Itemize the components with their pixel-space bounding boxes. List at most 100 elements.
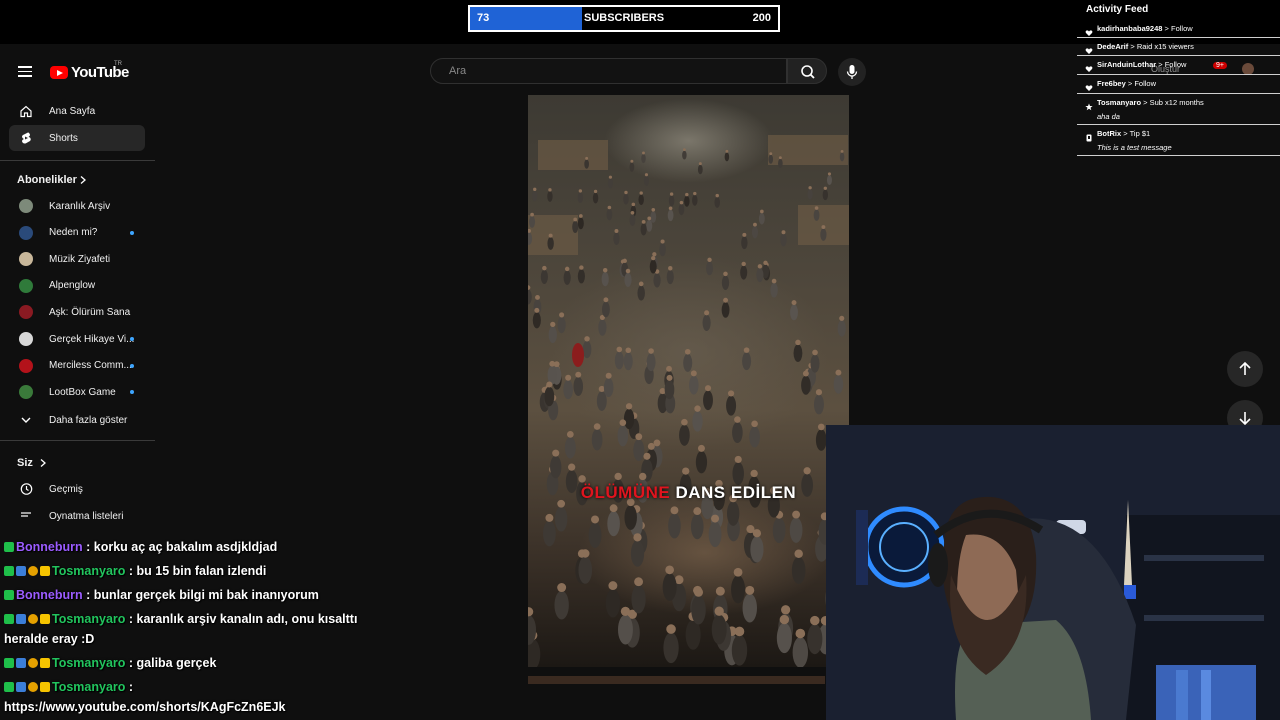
subscription-item[interactable]: Alpenglow — [9, 274, 145, 298]
orange-badge-icon — [28, 658, 38, 668]
next-short-preview[interactable] — [528, 676, 825, 684]
chat-username: Tosmanyaro — [52, 564, 126, 578]
crowd-scene-image — [528, 135, 849, 667]
subscriptions-title: Abonelikler — [17, 174, 77, 186]
search-input[interactable]: Ara — [430, 58, 787, 84]
shorts-video-player[interactable]: ÖLÜMÜNE DANS EDİLEN — [528, 95, 849, 667]
chat-message: Tosmanyaro : karanlık arşiv kanalın adı,… — [4, 612, 357, 626]
activity-feed-action: > Follow — [1158, 60, 1187, 69]
activity-feed-event: Tosmanyaro > Sub x12 months aha da — [1077, 94, 1280, 125]
subscription-label: Merciless Comm... — [49, 360, 132, 372]
green-badge-icon — [4, 658, 14, 668]
orange-badge-icon — [28, 566, 38, 576]
activity-feed-user: BotRix — [1097, 129, 1122, 138]
webcam-image — [826, 425, 1280, 720]
subscription-item[interactable]: Neden mi? — [9, 221, 145, 245]
chat-text: : karanlık arşiv kanalın adı, onu kısalt… — [125, 612, 358, 626]
activity-feed: Activity Feed kadirhanbaba9248 > Follow D… — [1077, 0, 1280, 158]
voice-search-button[interactable] — [838, 58, 866, 86]
subscription-label: Müzik Ziyafeti — [49, 253, 111, 265]
new-content-dot — [130, 230, 134, 235]
home-icon — [20, 105, 32, 118]
activity-feed-event-text: kadirhanbaba9248 > Follow — [1097, 24, 1193, 33]
green-badge-icon — [4, 566, 14, 576]
microphone-icon — [846, 65, 858, 79]
sidebar-item-history[interactable]: Geçmiş — [9, 476, 145, 502]
activity-feed-user: Tosmanyaro — [1097, 98, 1142, 107]
channel-avatar — [19, 385, 33, 400]
sidebar-item-label: Geçmiş — [49, 483, 83, 495]
subscription-label: Gerçek Hikaye Vi... — [49, 333, 135, 345]
chat-text: : bu 15 bin falan izlendi — [125, 564, 267, 578]
chat-username: Tosmanyaro — [52, 680, 126, 694]
chevron-right-icon — [40, 459, 46, 467]
channel-avatar — [19, 332, 33, 346]
blue-badge-icon — [16, 682, 26, 692]
activity-feed-event-text: Fre6bey > Follow — [1097, 79, 1156, 88]
activity-feed-action: > Follow — [1127, 79, 1157, 88]
blue-badge-icon — [16, 614, 26, 624]
green-badge-icon — [4, 682, 14, 692]
sidebar-divider — [0, 160, 155, 161]
heart-icon — [1085, 79, 1093, 91]
chat-message-continuation: https://www.youtube.com/shorts/KAgFcZn6E… — [4, 700, 286, 714]
chevron-down-icon — [21, 417, 31, 423]
hamburger-menu-icon[interactable] — [18, 66, 32, 77]
green-badge-icon — [4, 542, 14, 552]
activity-feed-user: kadirhanbaba9248 — [1097, 24, 1163, 33]
activity-feed-message: aha da — [1097, 112, 1120, 121]
subscription-item[interactable]: Müzik Ziyafeti — [9, 247, 145, 271]
subscription-item[interactable]: Karanlık Arşiv — [9, 194, 145, 218]
subscription-item[interactable]: Aşk: Ölürüm Sana — [9, 300, 145, 324]
sidebar-item-label: Shorts — [49, 132, 78, 144]
activity-feed-user: Fre6bey — [1097, 79, 1126, 88]
activity-feed-title: Activity Feed — [1086, 4, 1149, 15]
streamer-webcam — [826, 425, 1280, 720]
activity-feed-event: SirAnduinLothar > Follow — [1077, 56, 1280, 75]
caption-white-words: DANS EDİLEN — [675, 483, 797, 502]
subscription-label: LootBox Game — [49, 386, 116, 398]
orange-badge-icon — [28, 614, 38, 624]
subscription-item[interactable]: Gerçek Hikaye Vi... — [9, 327, 145, 351]
chevron-right-icon — [80, 176, 86, 184]
show-more-button[interactable]: Daha fazla göster — [9, 407, 145, 433]
green-badge-icon — [4, 614, 14, 624]
search-button[interactable] — [787, 58, 827, 84]
activity-feed-event: kadirhanbaba9248 > Follow — [1077, 20, 1280, 38]
chat-message-continuation: heralde eray :D — [4, 632, 95, 646]
subscription-label: Alpenglow — [49, 280, 96, 292]
activity-feed-user: DedeArif — [1097, 42, 1129, 51]
chat-message: Tosmanyaro : — [4, 680, 133, 694]
previous-short-button[interactable] — [1227, 351, 1263, 387]
activity-feed-event-text: BotRix > Tip $1 — [1097, 129, 1150, 138]
subscription-item[interactable]: LootBox Game — [9, 380, 145, 404]
heart-icon — [1085, 42, 1093, 54]
arrow-up-icon — [1239, 361, 1251, 375]
heart-icon — [1085, 24, 1093, 36]
sidebar-item-shorts[interactable]: Shorts — [9, 125, 145, 151]
new-content-dot — [130, 363, 134, 368]
sidebar-item-home[interactable]: Ana Sayfa — [9, 98, 145, 124]
show-more-label: Daha fazla göster — [49, 414, 128, 426]
you-title: Siz — [17, 457, 33, 469]
yellow-badge-icon — [40, 614, 50, 624]
subscription-item[interactable]: Merciless Comm... — [9, 354, 145, 378]
chat-username: Tosmanyaro — [52, 612, 126, 626]
channel-avatar — [19, 278, 33, 293]
channel-avatar — [19, 225, 33, 240]
channel-avatar — [19, 358, 33, 373]
activity-feed-action: > Raid x15 viewers — [1130, 42, 1194, 51]
region-code: TR — [114, 61, 122, 67]
yellow-badge-icon — [40, 658, 50, 668]
search-icon — [801, 65, 815, 79]
you-header[interactable]: Siz — [9, 450, 59, 476]
new-content-dot — [130, 390, 134, 395]
activity-feed-event-text: Tosmanyaro > Sub x12 months — [1097, 98, 1204, 107]
channel-avatar — [19, 199, 33, 213]
activity-feed-message: This is a test message — [1097, 143, 1172, 152]
activity-feed-event-text: SirAnduinLothar > Follow — [1097, 60, 1186, 69]
subscriptions-header[interactable]: Abonelikler — [9, 167, 89, 193]
subscription-label: Karanlık Arşiv — [49, 200, 111, 212]
chat-message: Tosmanyaro : bu 15 bin falan izlendi — [4, 564, 266, 578]
chat-username: Bonneburn — [16, 540, 83, 554]
